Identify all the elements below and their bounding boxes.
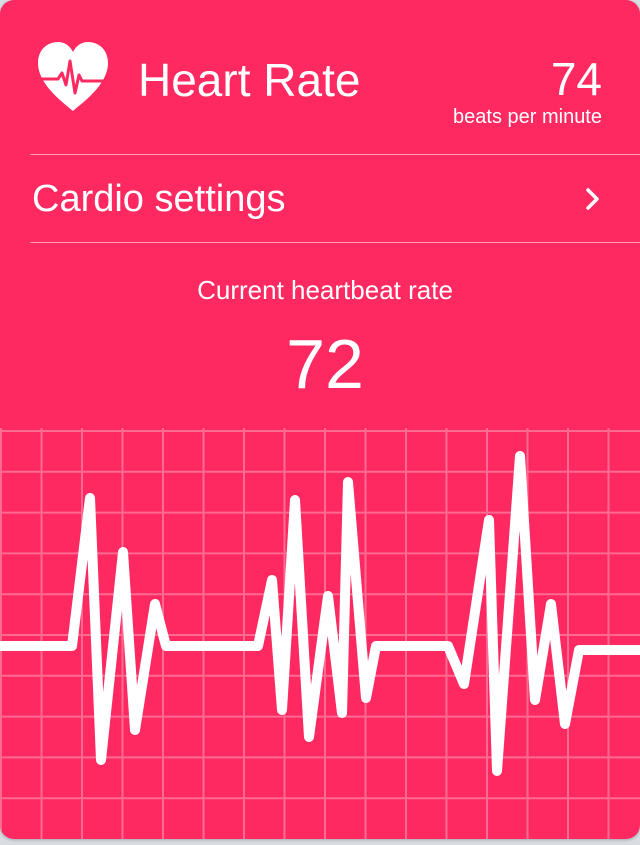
heart-rate-card: Heart Rate 74 beats per minute Cardio se… bbox=[0, 0, 640, 839]
ecg-graph bbox=[0, 428, 640, 839]
chevron-right-icon bbox=[586, 188, 599, 210]
heart-pulse-icon bbox=[36, 42, 110, 111]
page-title: Heart Rate bbox=[138, 54, 361, 106]
ecg-waveform bbox=[0, 451, 640, 776]
card-header: Heart Rate 74 beats per minute bbox=[0, 0, 640, 155]
cardio-settings-label: Cardio settings bbox=[32, 178, 286, 220]
settings-divider bbox=[30, 242, 640, 243]
cardio-settings-row[interactable]: Cardio settings bbox=[0, 156, 640, 242]
current-rate-caption: Current heartbeat rate bbox=[197, 275, 453, 305]
average-bpm-value: 74 bbox=[550, 53, 602, 105]
header-divider bbox=[30, 154, 640, 155]
current-rate-value: 72 bbox=[286, 325, 364, 403]
bpm-unit-label: beats per minute bbox=[453, 106, 602, 128]
